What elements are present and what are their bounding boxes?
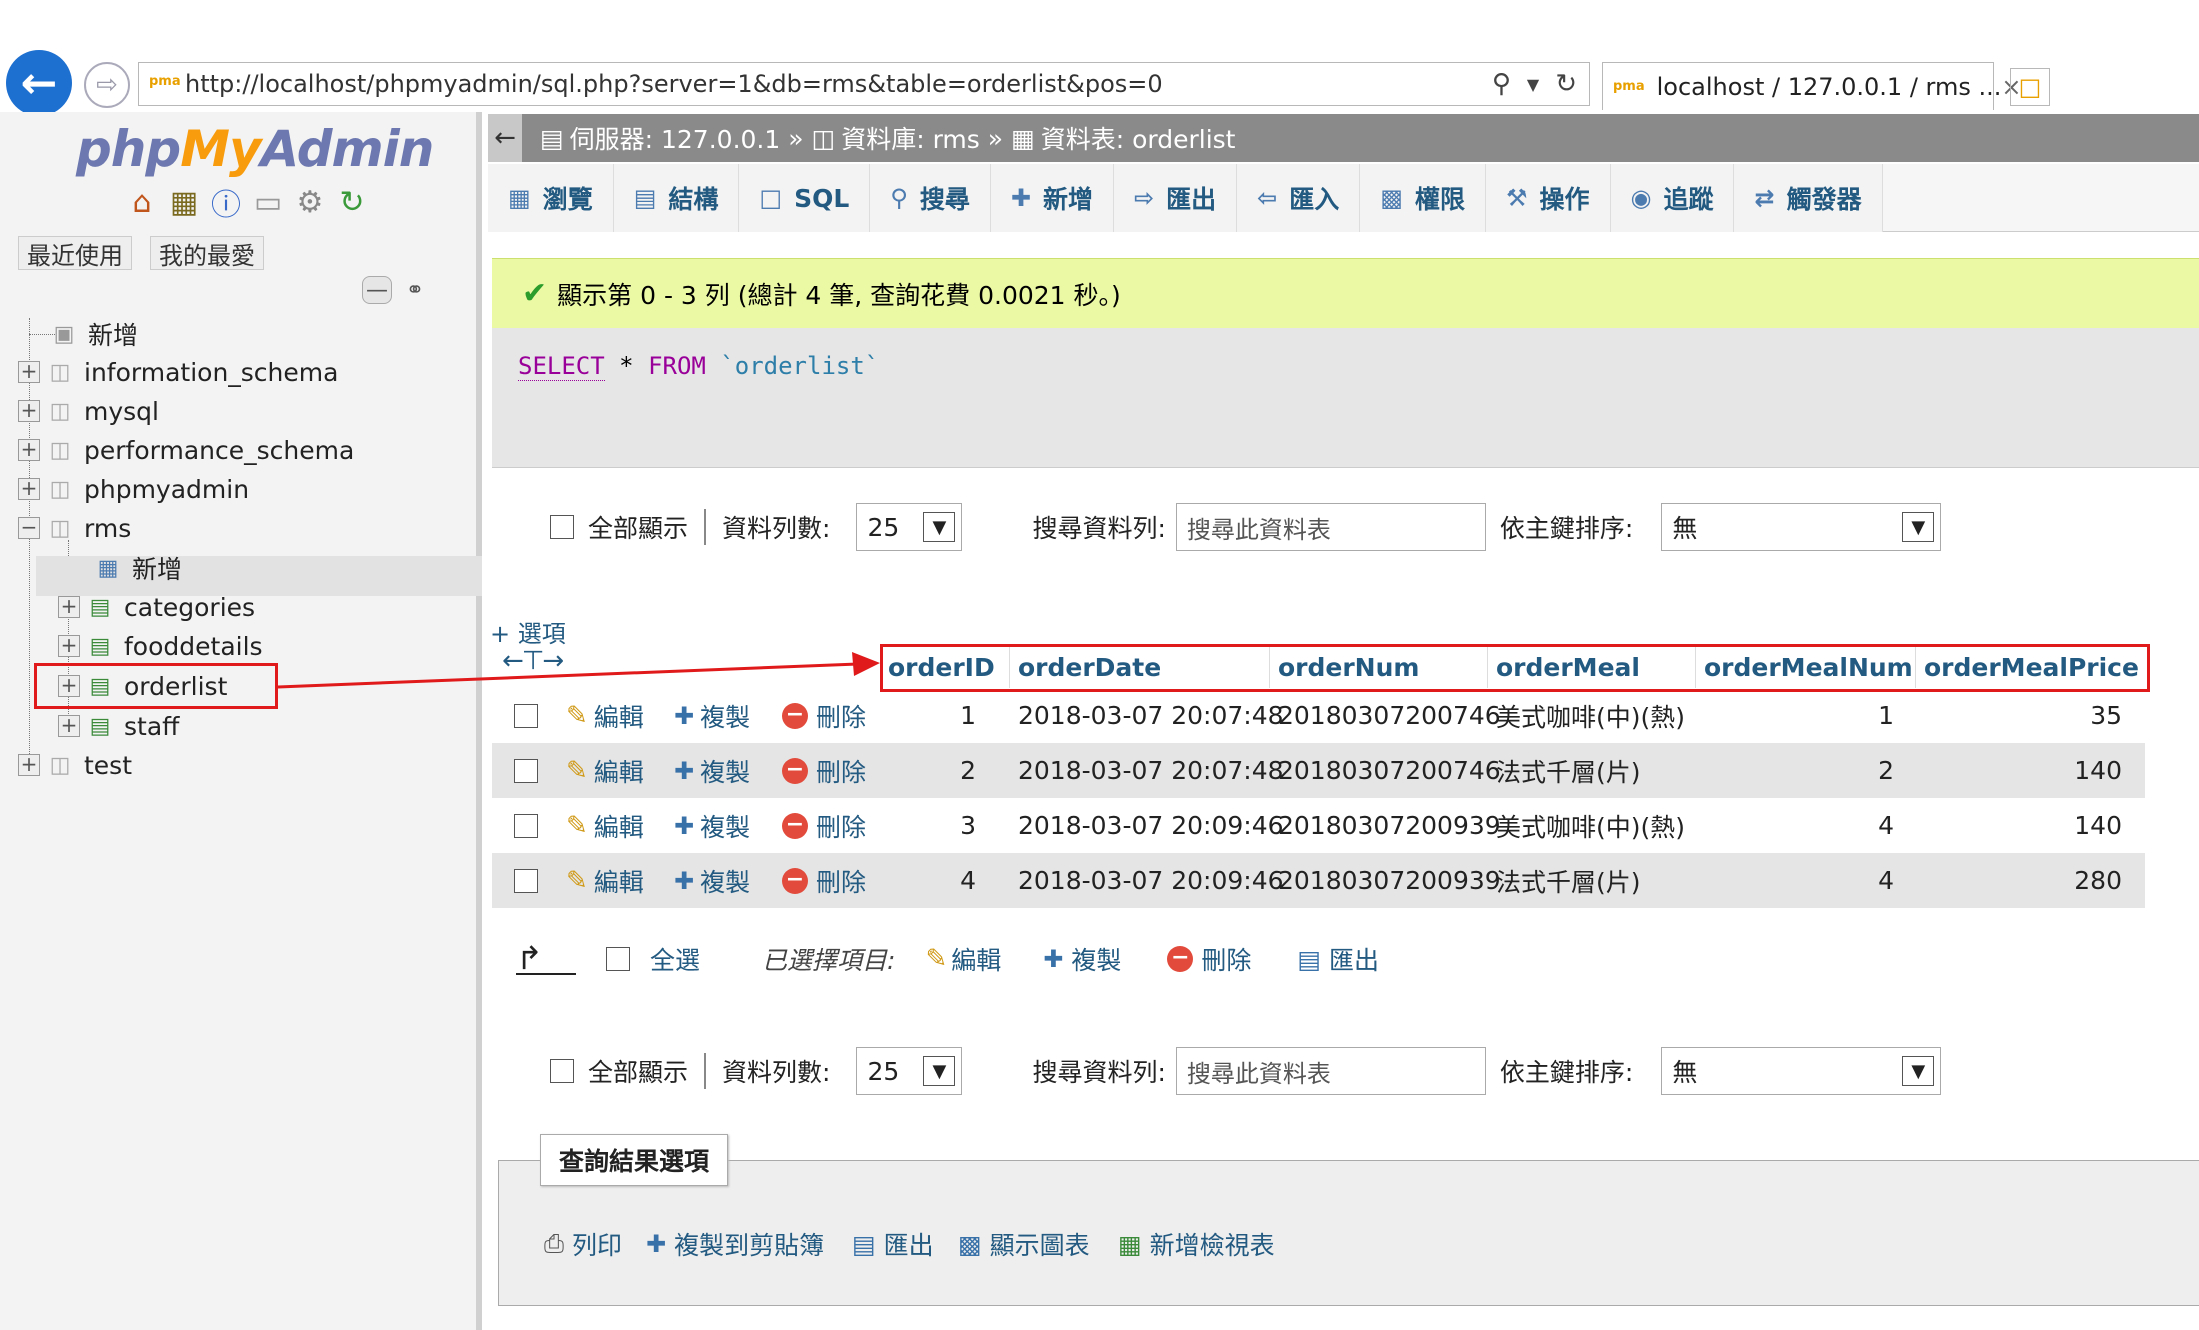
annotation-arrow [277,652,880,689]
